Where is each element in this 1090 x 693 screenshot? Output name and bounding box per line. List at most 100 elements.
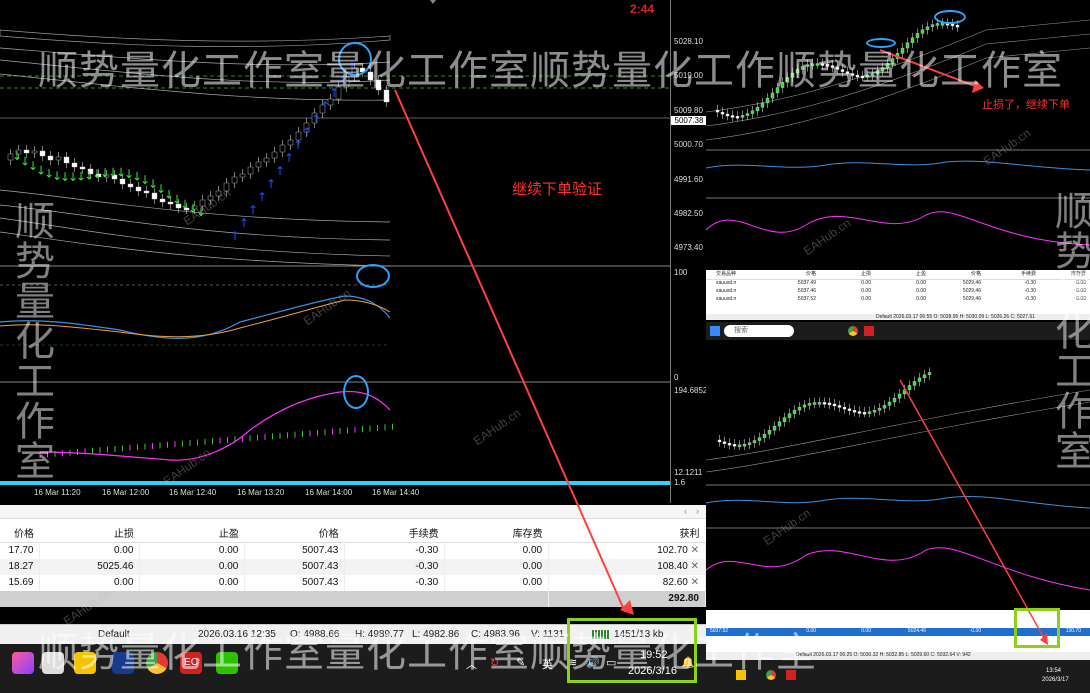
signal-arrow-up: ↑ <box>275 164 285 178</box>
column-header[interactable]: 价格 <box>0 523 40 543</box>
candle-body <box>765 97 770 104</box>
candle-body <box>955 24 960 28</box>
candle-body <box>797 406 802 411</box>
close-icon[interactable]: ✕ <box>691 561 699 572</box>
candle-body <box>897 393 902 399</box>
candle-body <box>750 110 755 114</box>
candle-body <box>722 441 727 444</box>
column-header[interactable]: 价格 <box>244 523 345 543</box>
candle-body <box>907 385 912 390</box>
candle-body <box>752 440 757 443</box>
candle-body <box>767 430 772 435</box>
watermark-text: 顺势量化工作室量化工作室顺势量化工作顺势量化工作室 <box>38 48 1063 94</box>
candle-body <box>760 102 765 108</box>
candle-body <box>827 402 832 406</box>
cell: 0.00 <box>444 542 550 559</box>
candle-body <box>882 405 887 409</box>
candle-body <box>762 433 767 438</box>
time-axis: 16 Mar 11:20 16 Mar 12:00 16 Mar 12:40 1… <box>0 486 670 500</box>
candle-body <box>725 113 730 117</box>
candle-body <box>263 157 270 163</box>
column-header[interactable]: 手续费 <box>344 523 445 543</box>
candle-body <box>742 443 747 447</box>
column-header[interactable]: 库存费 <box>444 523 549 543</box>
candle-body <box>817 402 822 405</box>
candle-body <box>782 417 787 423</box>
candle-body <box>812 402 817 405</box>
candle-body <box>23 149 30 154</box>
profit-value: 102.70 <box>657 545 688 557</box>
candle-body <box>867 411 872 414</box>
candle-body <box>735 116 740 119</box>
column-header[interactable]: 止损 <box>39 523 140 543</box>
time-tick: 16 Mar 13:20 <box>237 488 285 497</box>
table-row: xauusd.n 5037.52 0.00 0.00 5029.46 -0.30… <box>716 296 1086 302</box>
watermark-text: 顺势量化工作室量化工作室顺势量化工作室 <box>38 630 817 676</box>
countdown-timer: 2:44 <box>630 2 655 16</box>
mini-status-bar: Default 2026.03.17 06:55 O: 5028.95 H: 5… <box>706 314 1090 320</box>
candle-body <box>935 23 940 26</box>
signal-arrow-up: ↑ <box>257 190 267 204</box>
candle-body <box>892 397 897 403</box>
signal-arrow-up: ↑ <box>293 138 303 152</box>
candle-body <box>745 113 750 116</box>
candle-body <box>31 150 38 154</box>
close-icon[interactable]: ✕ <box>691 545 699 556</box>
close-icon[interactable]: ✕ <box>691 577 699 588</box>
candle-body <box>715 109 720 113</box>
app-icon[interactable] <box>12 652 34 674</box>
indicator-tick: 194.6852 <box>674 386 708 395</box>
candle-body <box>847 408 852 411</box>
candle-body <box>912 381 917 386</box>
candle-body <box>720 111 725 115</box>
table-row: xauusd.n 5037.46 0.00 0.00 5029.46 -0.30… <box>716 288 1086 294</box>
time-tick: 16 Mar 11:20 <box>34 488 81 497</box>
signal-arrow-up: ↑ <box>248 203 258 217</box>
screenshot-collage: ↓ ↓ ↓ ↓ ↓ ↓ ↓ ↓ ↓ ↓ ↓ ↓ ↓ ↓ ↓ ↓ ↓ ↓ ↓ ↓ ↓ ↓ ↓ ↓ ↑ ↑ ↑ ↑ ↑ ↑ ↑ ↑ ↑ ↑ ↑ ↑ ↑ ↑ 2… <box>0 0 1090 693</box>
candle-body <box>852 410 857 413</box>
table-row[interactable]: 18.27 5025.46 0.00 5007.43 -0.30 0.00 10… <box>0 558 706 575</box>
cell: 5007.43 <box>244 574 346 591</box>
mini-taskbar: 搜索 <box>706 322 1090 340</box>
candle-body <box>927 372 932 376</box>
price-tick: 4991.60 <box>674 175 703 184</box>
candle-body <box>143 190 150 194</box>
candle-body <box>777 421 782 427</box>
time-tick: 16 Mar 12:40 <box>169 488 217 497</box>
cell: 0.00 <box>444 558 550 575</box>
orders-tab-strip: ‹ › <box>0 505 706 519</box>
chevron-right-icon[interactable]: › <box>696 506 699 516</box>
mini-header: 交易品种 价格 止损 止盈 价格 手续费 库存费 <box>706 270 1090 280</box>
candle-body <box>271 151 278 159</box>
column-header: 手续费 <box>1020 271 1036 277</box>
column-header[interactable]: 获利 <box>548 523 706 543</box>
candle-body <box>239 173 246 178</box>
table-row: xauusd.n 5037.49 0.00 0.00 5029.46 -0.30… <box>716 280 1086 286</box>
watermark-text: 顺势量化工作室 <box>1048 190 1090 470</box>
cell: 0.00 <box>39 542 141 559</box>
column-header[interactable]: 止盈 <box>139 523 245 543</box>
candle-body <box>740 115 745 118</box>
time-tick: 16 Mar 14:00 <box>305 488 353 497</box>
highlight-circle <box>356 264 390 288</box>
cell: 0.00 <box>39 574 141 591</box>
signal-arrow-up: ↑ <box>239 216 249 230</box>
candle-body <box>877 407 882 411</box>
candle-body <box>930 24 935 27</box>
candle-body <box>837 405 842 408</box>
column-header: 止损 <box>860 271 871 277</box>
candle-body <box>247 166 254 175</box>
cell: -0.30 <box>344 542 446 559</box>
table-row[interactable]: 17.70 0.00 0.00 5007.43 -0.30 0.00 102.7… <box>0 542 706 559</box>
cell: 0.00 <box>139 574 246 591</box>
signal-arrow-up: ↑ <box>311 112 321 126</box>
indicator-tick: 1.6 <box>674 478 686 487</box>
candle-body <box>887 401 892 406</box>
candle-body <box>717 439 722 443</box>
candle-body <box>807 403 812 406</box>
chevron-left-icon[interactable]: ‹ <box>684 506 687 516</box>
annotation-label: 继续下单验证 <box>512 180 603 198</box>
price-tick: 5009.80 <box>674 106 703 115</box>
cell: 0.00 <box>444 574 550 591</box>
signal-arrow-up: ↑ <box>230 229 240 243</box>
